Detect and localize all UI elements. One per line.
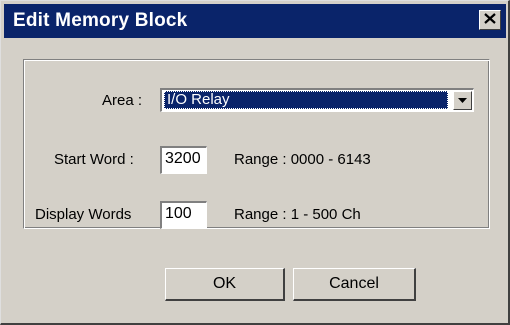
title-bar[interactable]: Edit Memory Block [4, 4, 506, 38]
settings-group [23, 59, 490, 229]
area-label: Area : [102, 92, 143, 109]
cancel-button[interactable]: Cancel [293, 268, 416, 301]
edit-memory-block-dialog: Edit Memory Block Area : I/O Relay Start… [0, 0, 510, 325]
start-word-label: Start Word : [54, 151, 134, 168]
close-button[interactable] [479, 10, 501, 30]
area-select[interactable]: I/O Relay [160, 88, 474, 112]
display-words-range: Range : 1 - 500 Ch [234, 206, 361, 223]
chevron-down-icon [458, 98, 467, 103]
ok-button[interactable]: OK [165, 268, 285, 301]
close-icon [484, 11, 496, 28]
display-words-label: Display Words [35, 206, 132, 223]
dialog-title: Edit Memory Block [13, 10, 188, 31]
display-words-input[interactable]: 100 [160, 201, 207, 229]
start-word-range: Range : 0000 - 6143 [234, 151, 371, 168]
start-word-input[interactable]: 3200 [160, 146, 207, 174]
area-dropdown-button[interactable] [453, 91, 472, 110]
area-select-value: I/O Relay [164, 91, 448, 109]
